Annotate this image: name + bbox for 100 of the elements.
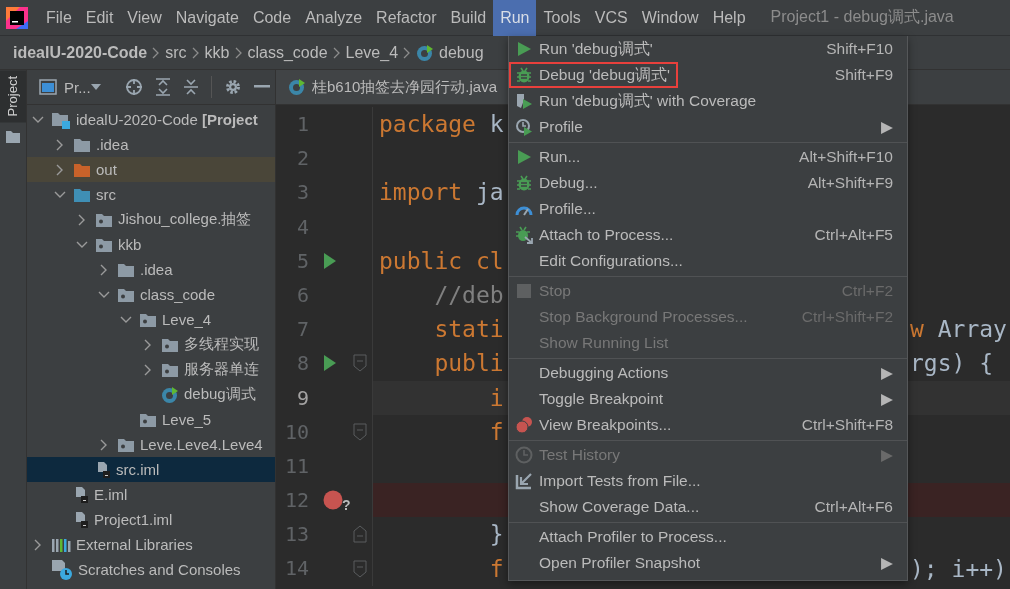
- menu-item[interactable]: View Breakpoints... Ctrl+Shift+F8: [509, 412, 907, 438]
- tree-item[interactable]: out: [27, 157, 275, 182]
- view-selector[interactable]: Pr...: [64, 78, 91, 96]
- menu-bar-item[interactable]: Navigate: [168, 0, 246, 36]
- line-number: 2: [295, 145, 309, 173]
- menu-item[interactable]: Run 'debug调式' with Coverage: [509, 88, 907, 114]
- code-text: i: [488, 384, 504, 411]
- line-number: 11: [283, 452, 309, 480]
- tree-item[interactable]: idealU-2020-Code [Project: [27, 107, 275, 132]
- menu-item[interactable]: Debug... Alt+Shift+F9: [509, 170, 907, 196]
- side-tab[interactable]: Project: [0, 70, 26, 123]
- menu-bar-item[interactable]: View: [120, 0, 169, 36]
- menu-item[interactable]: Debug 'debug调式' Shift+F9: [509, 62, 907, 88]
- file-icon: [95, 460, 111, 479]
- collapse-all-icon[interactable]: [182, 78, 199, 96]
- expand-all-icon[interactable]: [154, 78, 171, 96]
- tree-item[interactable]: 多线程实现: [27, 332, 275, 357]
- tree-item[interactable]: Leve_5: [27, 407, 275, 432]
- menu-item[interactable]: Show Coverage Data... Ctrl+Alt+F6: [509, 494, 907, 520]
- menu-item[interactable]: Profile ▶: [509, 114, 907, 140]
- bug-icon: [515, 66, 533, 84]
- menu-bar-item[interactable]: Refactor: [369, 0, 444, 36]
- tree-item[interactable]: class_code: [27, 282, 275, 307]
- menu-item[interactable]: Attach to Process... Ctrl+Alt+F5: [509, 222, 907, 248]
- menu-item[interactable]: Profile...: [509, 196, 907, 222]
- breadcrumb-separator-icon: [152, 46, 161, 59]
- tree-item[interactable]: src: [27, 182, 275, 207]
- menu-bar-item[interactable]: Build: [443, 0, 494, 36]
- code-text: w Array: [910, 316, 1008, 343]
- tree-item[interactable]: kkb: [27, 232, 275, 257]
- menu-item[interactable]: Debugging Actions ▶: [509, 360, 907, 386]
- run-icon: [516, 149, 532, 165]
- menu-bar-item[interactable]: Analyze: [298, 0, 370, 36]
- app-logo-icon: [6, 6, 28, 29]
- menu-item[interactable]: Open Profiler Snapshot ▶: [509, 550, 907, 576]
- breadcrumb-item[interactable]: Leve_4: [345, 43, 399, 62]
- import-icon: [515, 472, 533, 490]
- breadcrumb-item[interactable]: src: [165, 43, 187, 62]
- tree-item[interactable]: Jishou_college.抽签: [27, 207, 275, 232]
- tree-item[interactable]: .idea: [27, 132, 275, 157]
- package-icon: [161, 336, 179, 353]
- locate-icon[interactable]: [124, 78, 143, 96]
- panel-icon[interactable]: [39, 79, 57, 95]
- file-icon: [73, 485, 89, 504]
- breadcrumb-item[interactable]: kkb: [204, 43, 230, 62]
- menu-bar-item[interactable]: Help: [705, 0, 753, 36]
- editor-tab[interactable]: 桂b610抽签去净园行动.java: [276, 70, 510, 104]
- run-icon[interactable]: [323, 251, 337, 270]
- menu-item[interactable]: Edit Configurations...: [509, 248, 907, 274]
- shortcut-label: ▶: [880, 554, 893, 572]
- tree-item[interactable]: 服务器单连: [27, 357, 275, 382]
- window-title: Project1 - debug调式.java: [770, 7, 954, 27]
- breadcrumb-item[interactable]: debug: [439, 43, 484, 62]
- tree-item[interactable]: E.iml: [27, 482, 275, 507]
- folder-icon[interactable]: [5, 130, 21, 145]
- breakpoint-icon[interactable]: [323, 490, 343, 511]
- line-number: 3: [295, 179, 309, 207]
- menu-bar-item[interactable]: Tools: [536, 0, 588, 36]
- menu-item[interactable]: Run 'debug调式' Shift+F10: [509, 36, 907, 62]
- tree-item[interactable]: Scratches and Consoles: [27, 557, 275, 582]
- code-text: publi: [433, 350, 504, 377]
- settings-icon[interactable]: [223, 78, 242, 96]
- clock-icon: [515, 446, 533, 464]
- code-text: f: [488, 555, 504, 582]
- folder-icon: [73, 136, 91, 153]
- shortcut-label: ▶: [880, 446, 893, 464]
- tree-item[interactable]: Project1.iml: [27, 507, 275, 532]
- package-icon: [139, 411, 157, 428]
- line-number: 9: [295, 384, 309, 412]
- breadcrumb-item[interactable]: idealU-2020-Code: [13, 43, 148, 62]
- tree-item[interactable]: .idea: [27, 257, 275, 282]
- breadcrumb-separator-icon: [191, 46, 200, 59]
- run-icon[interactable]: [323, 354, 337, 373]
- dropdown-caret-icon[interactable]: [90, 83, 101, 91]
- menu-bar-item[interactable]: File: [39, 0, 79, 36]
- menu-item[interactable]: Attach Profiler to Process...: [509, 524, 907, 550]
- menu-bar-item[interactable]: Edit: [78, 0, 121, 36]
- shortcut-label: ▶: [880, 118, 893, 136]
- breadcrumb-separator-icon: [234, 46, 243, 59]
- code-text: }: [488, 521, 504, 548]
- menu-bar-item[interactable]: VCS: [587, 0, 635, 36]
- module-icon: [51, 110, 71, 129]
- minimize-icon[interactable]: [253, 85, 270, 89]
- menu-bar-item[interactable]: Run: [493, 0, 537, 36]
- menu-bar-item[interactable]: Window: [634, 0, 706, 36]
- package-icon: [161, 361, 179, 378]
- menu-bar-item[interactable]: Code: [245, 0, 299, 36]
- menu-item[interactable]: Import Tests from File...: [509, 468, 907, 494]
- menu-item[interactable]: Toggle Breakpoint ▶: [509, 386, 907, 412]
- tree-item[interactable]: Leve_4: [27, 307, 275, 332]
- tree-item[interactable]: debug调式: [27, 382, 275, 407]
- file-icon: [73, 510, 89, 529]
- menu-item[interactable]: Run... Alt+Shift+F10: [509, 144, 907, 170]
- tree-item[interactable]: src.iml: [27, 457, 275, 482]
- tree-item[interactable]: Leve.Leve4.Leve4: [27, 432, 275, 457]
- shortcut-label: Alt+Shift+F9: [806, 174, 893, 192]
- breadcrumb-item[interactable]: class_code: [247, 43, 328, 62]
- line-number: 4: [295, 213, 309, 241]
- tree-item[interactable]: External Libraries: [27, 532, 275, 557]
- shortcut-label: Shift+F10: [825, 40, 893, 58]
